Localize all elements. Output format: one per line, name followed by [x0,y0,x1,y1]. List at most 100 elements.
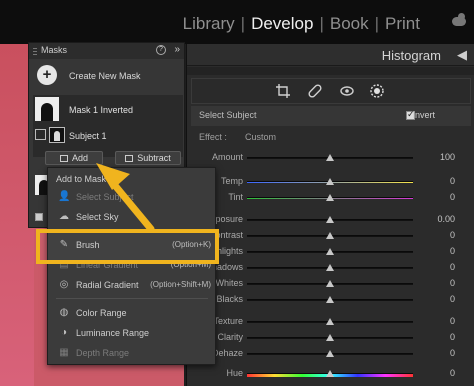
red-eye-icon[interactable] [338,83,356,101]
mask-thumbnail[interactable] [35,97,59,121]
slider-thumb[interactable] [326,194,334,201]
add-to-mask-menu: Add to Mask 👤 Select Subject ☁ Select Sky ✎ B… [47,167,216,365]
slider-thumb[interactable] [326,154,334,161]
masking-icon[interactable] [368,83,386,101]
slider-thumb[interactable] [326,334,334,341]
slider-value[interactable]: 0 [450,246,455,256]
slider-thumb[interactable] [326,350,334,357]
menu-item-label: Luminance Range [76,328,150,338]
mask-1-label: Mask 1 Inverted [69,105,134,115]
slider-label: Whites [215,278,243,288]
slider-value[interactable]: 0 [450,332,455,342]
cloud-sync-icon[interactable] [452,13,466,26]
slider-thumb[interactable] [326,370,334,377]
menu-title: Add to Mask [56,174,107,184]
slider-value[interactable]: 100 [440,152,455,162]
slider-thumb[interactable] [326,216,334,223]
menu-item-label: Depth Range [76,348,130,358]
slider-value[interactable]: 0 [450,176,455,186]
slider-track[interactable] [247,194,413,201]
create-new-mask-row[interactable]: + Create New Mask [29,63,184,89]
histogram-header[interactable]: Histogram ◀ [187,44,474,66]
slider-value[interactable]: 0 [450,368,455,378]
mask-type-label: Select Subject [199,110,257,120]
collapse-arrow-icon[interactable]: ◀ [457,47,467,63]
histogram-area [187,67,474,75]
show-overlay-checkbox[interactable] [35,213,43,221]
slider-track[interactable] [247,232,413,239]
help-icon[interactable]: ? [156,45,166,55]
component-icon [35,129,46,140]
effect-preset-row[interactable]: Effect : Custom [191,130,471,146]
drag-grip-icon[interactable] [33,47,37,55]
effect-dropdown[interactable]: Custom [245,132,276,142]
subject-thumbnail[interactable] [49,127,65,143]
subtract-mask-icon [125,155,134,162]
select-subject-icon: 👤 [58,191,71,202]
subject-1-label: Subject 1 [69,131,107,141]
slider-value[interactable]: 0 [450,294,455,304]
slider-thumb[interactable] [326,248,334,255]
collapse-icon[interactable]: » [174,44,180,55]
slider-value[interactable]: 0 [450,230,455,240]
slider-track[interactable] [247,370,413,377]
menu-item-depth-range[interactable]: ▦ Depth Range [48,344,215,362]
luminance-range-icon: ◑ [60,327,68,338]
slider-tint: Tint 0 [191,188,471,208]
slider-label: Temp [220,176,243,186]
slider-track[interactable] [247,154,413,161]
module-book[interactable]: Book [324,14,375,34]
menu-item-radial-gradient[interactable]: ◎ Radial Gradient (Option+Shift+M) [48,276,215,294]
histogram-title: Histogram [381,48,441,63]
slider-thumb[interactable] [326,232,334,239]
menu-item-select-subject[interactable]: 👤 Select Subject [48,188,215,206]
slider-thumb[interactable] [326,318,334,325]
slider-value[interactable]: 0 [450,262,455,272]
slider-label: Tint [228,192,243,202]
menu-item-luminance-range[interactable]: ◑ Luminance Range [48,324,215,342]
slider-track[interactable] [247,350,413,357]
select-sky-icon: ☁ [59,211,69,222]
slider-track[interactable] [247,178,413,185]
slider-track[interactable] [247,216,413,223]
depth-range-icon: ▦ [59,347,69,358]
subtract-button[interactable]: Subtract [115,151,181,165]
masks-panel-header[interactable]: Masks ? » [29,43,184,59]
plus-icon[interactable]: + [37,65,57,85]
slider-thumb[interactable] [326,280,334,287]
slider-hue: Hue 0 [191,364,471,384]
slider-track[interactable] [247,280,413,287]
add-button-label: Add [71,153,88,163]
healing-icon[interactable] [306,83,324,101]
slider-value[interactable]: 0.00 [437,214,455,224]
slider-thumb[interactable] [326,296,334,303]
slider-track[interactable] [247,296,413,303]
module-library[interactable]: Library [177,14,241,34]
slider-track[interactable] [247,264,413,271]
slider-track[interactable] [247,334,413,341]
slider-value[interactable]: 0 [450,278,455,288]
slider-value[interactable]: 0 [450,192,455,202]
brush-highlight-box [36,229,219,264]
module-nav-bar: Library | Develop | Book | Print [0,0,474,44]
slider-value[interactable]: 0 [450,348,455,358]
slider-track[interactable] [247,248,413,255]
menu-item-shortcut: (Option+Shift+M) [150,280,211,289]
module-develop[interactable]: Develop [245,14,319,34]
mask-1-item[interactable]: Mask 1 Inverted Subject 1 [33,95,183,157]
module-print[interactable]: Print [379,14,426,34]
subtract-button-label: Subtract [137,153,171,163]
tool-strip [191,78,471,104]
menu-item-label: Radial Gradient [76,280,139,290]
crop-icon[interactable] [274,83,292,101]
develop-right-panel: Histogram ◀ Select Subject Invert Effect… [186,44,474,386]
add-button[interactable]: Add [45,151,103,165]
slider-thumb[interactable] [326,178,334,185]
menu-item-select-sky[interactable]: ☁ Select Sky [48,208,215,226]
slider-value[interactable]: 0 [450,316,455,326]
module-picker: Library | Develop | Book | Print [177,14,426,34]
slider-thumb[interactable] [326,264,334,271]
menu-item-color-range[interactable]: ◍ Color Range [48,304,215,322]
add-mask-icon [59,155,68,162]
slider-track[interactable] [247,318,413,325]
